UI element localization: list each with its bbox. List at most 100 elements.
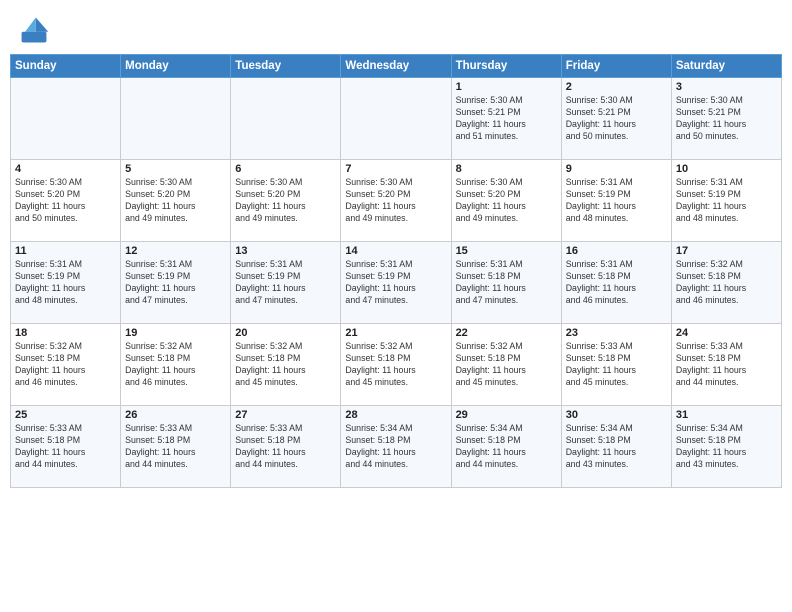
calendar-cell: 27 Sunrise: 5:33 AM Sunset: 5:18 PM Dayli… xyxy=(231,406,341,488)
weekday-header-friday: Friday xyxy=(561,55,671,78)
day-info: Sunrise: 5:32 AM Sunset: 5:18 PM Dayligh… xyxy=(676,259,777,307)
day-number: 10 xyxy=(676,163,777,175)
day-number: 29 xyxy=(456,409,557,421)
day-info: Sunrise: 5:31 AM Sunset: 5:18 PM Dayligh… xyxy=(566,259,667,307)
calendar-cell xyxy=(11,78,121,160)
calendar-cell: 17 Sunrise: 5:32 AM Sunset: 5:18 PM Dayli… xyxy=(671,242,781,324)
day-info: Sunrise: 5:30 AM Sunset: 5:20 PM Dayligh… xyxy=(15,177,116,225)
day-number: 18 xyxy=(15,327,116,339)
day-info: Sunrise: 5:30 AM Sunset: 5:20 PM Dayligh… xyxy=(125,177,226,225)
day-number: 14 xyxy=(345,245,446,257)
day-number: 13 xyxy=(235,245,336,257)
day-info: Sunrise: 5:32 AM Sunset: 5:18 PM Dayligh… xyxy=(15,341,116,389)
calendar-cell xyxy=(341,78,451,160)
day-info: Sunrise: 5:31 AM Sunset: 5:19 PM Dayligh… xyxy=(566,177,667,225)
day-number: 25 xyxy=(15,409,116,421)
logo xyxy=(18,14,54,46)
calendar-cell: 5 Sunrise: 5:30 AM Sunset: 5:20 PM Daylig… xyxy=(121,160,231,242)
calendar-cell: 2 Sunrise: 5:30 AM Sunset: 5:21 PM Daylig… xyxy=(561,78,671,160)
day-info: Sunrise: 5:30 AM Sunset: 5:21 PM Dayligh… xyxy=(566,95,667,143)
calendar-week-row: 1Sunrise: 5:30 AM Sunset: 5:21 PM Daylig… xyxy=(11,78,782,160)
day-number: 7 xyxy=(345,163,446,175)
day-info: Sunrise: 5:32 AM Sunset: 5:18 PM Dayligh… xyxy=(456,341,557,389)
calendar-cell: 23 Sunrise: 5:33 AM Sunset: 5:18 PM Dayli… xyxy=(561,324,671,406)
calendar-cell: 25 Sunrise: 5:33 AM Sunset: 5:18 PM Dayli… xyxy=(11,406,121,488)
day-info: Sunrise: 5:31 AM Sunset: 5:19 PM Dayligh… xyxy=(235,259,336,307)
day-info: Sunrise: 5:31 AM Sunset: 5:18 PM Dayligh… xyxy=(456,259,557,307)
day-number: 15 xyxy=(456,245,557,257)
weekday-header-saturday: Saturday xyxy=(671,55,781,78)
calendar-table: SundayMondayTuesdayWednesdayThursdayFrid… xyxy=(10,54,782,488)
calendar-cell: 6Sunrise: 5:30 AM Sunset: 5:20 PM Daylig… xyxy=(231,160,341,242)
day-number: 9 xyxy=(566,163,667,175)
weekday-header-sunday: Sunday xyxy=(11,55,121,78)
day-number: 28 xyxy=(345,409,446,421)
calendar-cell: 8Sunrise: 5:30 AM Sunset: 5:20 PM Daylig… xyxy=(451,160,561,242)
calendar-header: SundayMondayTuesdayWednesdayThursdayFrid… xyxy=(11,55,782,78)
calendar-week-row: 4 Sunrise: 5:30 AM Sunset: 5:20 PM Daylig… xyxy=(11,160,782,242)
day-number: 21 xyxy=(345,327,446,339)
day-number: 4 xyxy=(15,163,116,175)
day-number: 22 xyxy=(456,327,557,339)
calendar-cell: 4 Sunrise: 5:30 AM Sunset: 5:20 PM Daylig… xyxy=(11,160,121,242)
calendar-body: 1Sunrise: 5:30 AM Sunset: 5:21 PM Daylig… xyxy=(11,78,782,488)
day-number: 23 xyxy=(566,327,667,339)
day-info: Sunrise: 5:30 AM Sunset: 5:21 PM Dayligh… xyxy=(456,95,557,143)
weekday-header-wednesday: Wednesday xyxy=(341,55,451,78)
weekday-header-tuesday: Tuesday xyxy=(231,55,341,78)
calendar-cell: 13 Sunrise: 5:31 AM Sunset: 5:19 PM Dayli… xyxy=(231,242,341,324)
calendar-cell: 1Sunrise: 5:30 AM Sunset: 5:21 PM Daylig… xyxy=(451,78,561,160)
day-info: Sunrise: 5:33 AM Sunset: 5:18 PM Dayligh… xyxy=(676,341,777,389)
day-info: Sunrise: 5:31 AM Sunset: 5:19 PM Dayligh… xyxy=(676,177,777,225)
calendar-cell: 22 Sunrise: 5:32 AM Sunset: 5:18 PM Dayli… xyxy=(451,324,561,406)
day-info: Sunrise: 5:31 AM Sunset: 5:19 PM Dayligh… xyxy=(15,259,116,307)
day-info: Sunrise: 5:33 AM Sunset: 5:18 PM Dayligh… xyxy=(235,423,336,471)
calendar-cell: 20 Sunrise: 5:32 AM Sunset: 5:18 PM Dayli… xyxy=(231,324,341,406)
day-info: Sunrise: 5:34 AM Sunset: 5:18 PM Dayligh… xyxy=(566,423,667,471)
day-info: Sunrise: 5:33 AM Sunset: 5:18 PM Dayligh… xyxy=(125,423,226,471)
day-info: Sunrise: 5:34 AM Sunset: 5:18 PM Dayligh… xyxy=(676,423,777,471)
day-number: 16 xyxy=(566,245,667,257)
day-info: Sunrise: 5:34 AM Sunset: 5:18 PM Dayligh… xyxy=(456,423,557,471)
calendar-cell: 29 Sunrise: 5:34 AM Sunset: 5:18 PM Dayli… xyxy=(451,406,561,488)
calendar-cell: 3Sunrise: 5:30 AM Sunset: 5:21 PM Daylig… xyxy=(671,78,781,160)
day-number: 31 xyxy=(676,409,777,421)
day-number: 26 xyxy=(125,409,226,421)
day-number: 30 xyxy=(566,409,667,421)
day-info: Sunrise: 5:31 AM Sunset: 5:19 PM Dayligh… xyxy=(345,259,446,307)
weekday-header-thursday: Thursday xyxy=(451,55,561,78)
day-info: Sunrise: 5:33 AM Sunset: 5:18 PM Dayligh… xyxy=(15,423,116,471)
calendar-cell: 14 Sunrise: 5:31 AM Sunset: 5:19 PM Dayli… xyxy=(341,242,451,324)
calendar-cell: 26 Sunrise: 5:33 AM Sunset: 5:18 PM Dayli… xyxy=(121,406,231,488)
calendar-cell: 11 Sunrise: 5:31 AM Sunset: 5:19 PM Dayli… xyxy=(11,242,121,324)
day-info: Sunrise: 5:31 AM Sunset: 5:19 PM Dayligh… xyxy=(125,259,226,307)
calendar-cell: 15 Sunrise: 5:31 AM Sunset: 5:18 PM Dayli… xyxy=(451,242,561,324)
day-number: 5 xyxy=(125,163,226,175)
calendar-cell: 12Sunrise: 5:31 AM Sunset: 5:19 PM Dayli… xyxy=(121,242,231,324)
day-info: Sunrise: 5:33 AM Sunset: 5:18 PM Dayligh… xyxy=(566,341,667,389)
header xyxy=(0,0,792,54)
weekday-header-monday: Monday xyxy=(121,55,231,78)
day-number: 20 xyxy=(235,327,336,339)
calendar-cell: 28Sunrise: 5:34 AM Sunset: 5:18 PM Dayli… xyxy=(341,406,451,488)
day-number: 3 xyxy=(676,81,777,93)
calendar-cell xyxy=(121,78,231,160)
day-number: 2 xyxy=(566,81,667,93)
calendar-week-row: 18 Sunrise: 5:32 AM Sunset: 5:18 PM Dayli… xyxy=(11,324,782,406)
day-number: 11 xyxy=(15,245,116,257)
day-number: 27 xyxy=(235,409,336,421)
calendar-cell: 18 Sunrise: 5:32 AM Sunset: 5:18 PM Dayli… xyxy=(11,324,121,406)
calendar-week-row: 11 Sunrise: 5:31 AM Sunset: 5:19 PM Dayli… xyxy=(11,242,782,324)
calendar-cell xyxy=(231,78,341,160)
day-number: 8 xyxy=(456,163,557,175)
calendar-cell: 30 Sunrise: 5:34 AM Sunset: 5:18 PM Dayli… xyxy=(561,406,671,488)
calendar-cell: 10 Sunrise: 5:31 AM Sunset: 5:19 PM Dayli… xyxy=(671,160,781,242)
calendar-cell: 19Sunrise: 5:32 AM Sunset: 5:18 PM Dayli… xyxy=(121,324,231,406)
calendar-cell: 24Sunrise: 5:33 AM Sunset: 5:18 PM Dayli… xyxy=(671,324,781,406)
day-info: Sunrise: 5:32 AM Sunset: 5:18 PM Dayligh… xyxy=(125,341,226,389)
day-info: Sunrise: 5:32 AM Sunset: 5:18 PM Dayligh… xyxy=(345,341,446,389)
calendar-cell: 9 Sunrise: 5:31 AM Sunset: 5:19 PM Daylig… xyxy=(561,160,671,242)
day-info: Sunrise: 5:32 AM Sunset: 5:18 PM Dayligh… xyxy=(235,341,336,389)
day-number: 17 xyxy=(676,245,777,257)
calendar-cell: 7Sunrise: 5:30 AM Sunset: 5:20 PM Daylig… xyxy=(341,160,451,242)
